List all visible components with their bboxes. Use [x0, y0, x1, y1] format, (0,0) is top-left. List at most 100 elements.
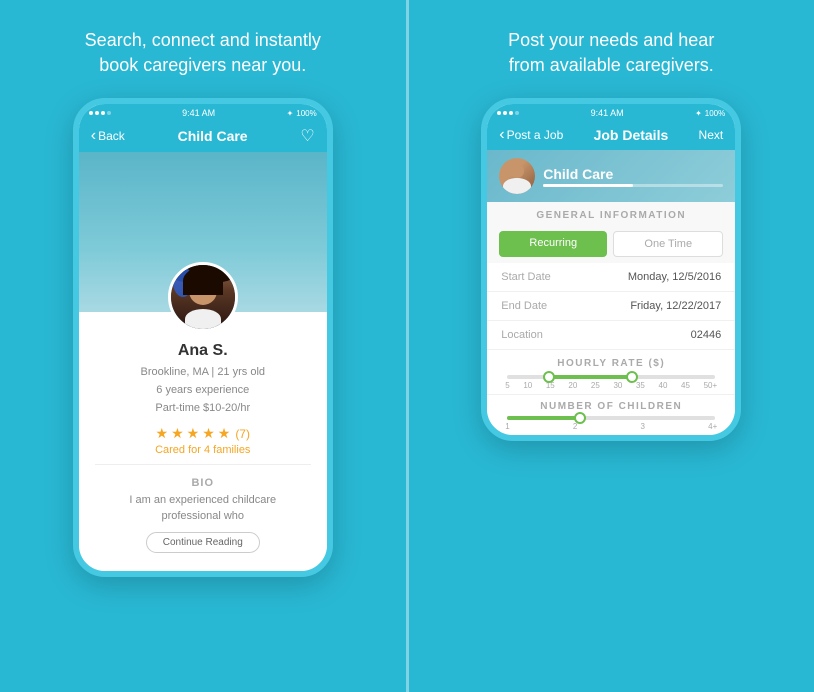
star-2: ★: [171, 425, 184, 442]
start-date-label: Start Date: [501, 271, 551, 283]
battery-left: 100%: [296, 109, 316, 118]
left-phone: 9:41 AM ✦ 100% Back Child Care ♡: [73, 98, 333, 577]
nav-title-left: Child Care: [178, 128, 248, 144]
bluetooth-icon-right: ✦: [695, 109, 702, 118]
bio-section: BIO I am an experienced childcare profes…: [95, 471, 311, 559]
nav-title-right: Job Details: [594, 127, 669, 143]
dot-r3: [509, 111, 513, 115]
avatar: [168, 262, 238, 332]
label-5: 5: [505, 381, 509, 390]
signal-dots-right: [497, 111, 519, 115]
dot-r1: [497, 111, 501, 115]
dot-r4: [515, 111, 519, 115]
star-3: ★: [187, 425, 200, 442]
left-panel-title: Search, connect and instantly book careg…: [85, 28, 321, 78]
bluetooth-icon: ✦: [287, 109, 294, 118]
signal-dots: [89, 111, 111, 115]
bio-label: BIO: [111, 477, 295, 489]
end-date-value: Friday, 12/22/2017: [630, 300, 721, 312]
job-title: Child Care: [543, 166, 723, 182]
dot3: [101, 111, 105, 115]
status-bar-right: 9:41 AM ✦ 100%: [487, 104, 735, 120]
back-button-left[interactable]: Back: [91, 127, 125, 145]
label-35: 35: [636, 381, 645, 390]
right-panel: Post your needs and hear from available …: [406, 0, 814, 692]
one-time-toggle[interactable]: One Time: [613, 231, 723, 257]
profile-experience: 6 years experience: [95, 382, 311, 400]
hourly-slider-track: [507, 375, 715, 379]
label-40: 40: [659, 381, 668, 390]
label-50: 50+: [704, 381, 718, 390]
toggle-row: Recurring One Time: [487, 225, 735, 263]
review-count: (7): [235, 427, 250, 441]
status-time-left: 9:41 AM: [182, 108, 215, 118]
progress-bar: [543, 184, 723, 187]
post-a-job-button[interactable]: Post a Job: [499, 126, 563, 144]
profile-bg: [79, 152, 327, 312]
hourly-slider-fill: [549, 375, 632, 379]
profile-name: Ana S.: [95, 342, 311, 360]
hourly-rate-label: HOURLY RATE ($): [501, 358, 721, 369]
divider-1: [95, 464, 311, 465]
end-date-row: End Date Friday, 12/22/2017: [487, 292, 735, 321]
heart-icon[interactable]: ♡: [300, 126, 314, 146]
children-labels: 1 2 3 4+: [505, 422, 717, 431]
dot1: [89, 111, 93, 115]
star-5: ★: [218, 425, 231, 442]
children-section: NUMBER OF CHILDREN 1 2 3 4+: [487, 394, 735, 435]
children-fill: [507, 416, 580, 420]
back-label-left: Back: [98, 129, 125, 143]
children-label: NUMBER OF CHILDREN: [501, 401, 721, 412]
dot-r2: [503, 111, 507, 115]
job-header: Child Care: [487, 150, 735, 202]
star-4: ★: [202, 425, 215, 442]
location-label: Location: [501, 329, 543, 341]
right-panel-title: Post your needs and hear from available …: [508, 28, 714, 78]
dot4: [107, 111, 111, 115]
location-value: 02446: [691, 329, 722, 341]
nav-bar-right: Post a Job Job Details Next: [487, 120, 735, 150]
label-30: 30: [613, 381, 622, 390]
next-button[interactable]: Next: [699, 128, 724, 142]
chevron-left-icon-right: [499, 126, 504, 144]
cared-for: Cared for 4 families: [95, 444, 311, 456]
avatar-face: [171, 265, 235, 329]
hourly-rate-section: HOURLY RATE ($) 5 10 15 20 25 30 35 40 4…: [487, 350, 735, 394]
job-title-area: Child Care: [543, 166, 723, 187]
status-right-right: ✦ 100%: [695, 109, 725, 118]
profile-rate: Part-time $10-20/hr: [95, 400, 311, 418]
child-label-1: 1: [505, 422, 509, 431]
label-45: 45: [681, 381, 690, 390]
job-avatar: [499, 158, 535, 194]
battery-right: 100%: [705, 109, 725, 118]
progress-fill: [543, 184, 633, 187]
bio-text: I am an experienced childcare profession…: [111, 493, 295, 524]
star-1: ★: [156, 425, 169, 442]
child-label-2: 2: [573, 422, 577, 431]
recurring-toggle[interactable]: Recurring: [499, 231, 607, 257]
nav-bar-left: Back Child Care ♡: [79, 120, 327, 152]
status-right-left: ✦ 100%: [287, 109, 317, 118]
dot2: [95, 111, 99, 115]
location-row: Location 02446: [487, 321, 735, 350]
label-10: 10: [523, 381, 532, 390]
child-label-3: 3: [641, 422, 645, 431]
label-25: 25: [591, 381, 600, 390]
profile-location: Brookline, MA | 21 yrs old: [95, 364, 311, 382]
stars-row: ★ ★ ★ ★ ★ (7): [95, 425, 311, 442]
start-date-value: Monday, 12/5/2016: [628, 271, 721, 283]
back-label-right: Post a Job: [507, 128, 564, 142]
general-info-label: GENERAL INFORMATION: [487, 202, 735, 225]
chevron-left-icon: [91, 127, 96, 145]
start-date-row: Start Date Monday, 12/5/2016: [487, 263, 735, 292]
label-20: 20: [568, 381, 577, 390]
children-slider-track: [507, 416, 715, 420]
end-date-label: End Date: [501, 300, 547, 312]
left-panel: Search, connect and instantly book careg…: [0, 0, 406, 692]
hourly-labels: 5 10 15 20 25 30 35 40 45 50+: [505, 381, 717, 390]
continue-reading-button[interactable]: Continue Reading: [146, 532, 260, 553]
status-time-right: 9:41 AM: [591, 108, 624, 118]
child-label-4: 4+: [708, 422, 717, 431]
right-phone: 9:41 AM ✦ 100% Post a Job Job Details Ne…: [481, 98, 741, 441]
status-bar-left: 9:41 AM ✦ 100%: [79, 104, 327, 120]
